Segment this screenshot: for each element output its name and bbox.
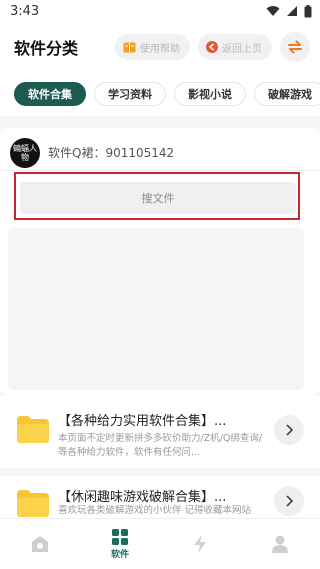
battery-icon bbox=[304, 4, 312, 17]
tab-movies-novels[interactable]: 影视小说 bbox=[174, 82, 246, 106]
home-icon bbox=[32, 536, 48, 552]
search-placeholder: 搜文件 bbox=[141, 192, 175, 205]
chevron-right-icon[interactable] bbox=[274, 415, 304, 445]
list-item-desc: 喜欢玩各类破解游戏的小伙伴 记得收藏本网站 bbox=[58, 505, 252, 516]
card-divider bbox=[0, 170, 320, 171]
book-icon bbox=[123, 42, 136, 53]
blurred-content bbox=[8, 228, 304, 390]
status-time: 3:43 bbox=[10, 3, 40, 19]
list-item-title: 【休闲趣味游戏破解合集】... bbox=[58, 490, 227, 505]
tab-software-collection[interactable]: 软件合集 bbox=[14, 82, 86, 106]
header: 软件分类 使用帮助 返回上页 bbox=[0, 22, 320, 72]
bottom-nav: 软件 bbox=[0, 518, 320, 569]
page-title: 软件分类 bbox=[14, 39, 79, 58]
swap-button[interactable] bbox=[280, 32, 310, 62]
list-item[interactable]: 【各种给力实用软件合集】... 本页面不定时更新拼多多砍价助力/Z机/Q绑查询/… bbox=[0, 396, 320, 468]
nav-flash[interactable] bbox=[170, 534, 230, 554]
help-button[interactable]: 使用帮助 bbox=[115, 34, 190, 60]
category-tabs: 软件合集 学习资料 影视小说 破解游戏 bbox=[0, 72, 320, 116]
back-button[interactable]: 返回上页 bbox=[198, 34, 272, 60]
qq-group-text: 软件Q裙：901105142 bbox=[48, 146, 175, 160]
user-icon bbox=[272, 535, 288, 553]
wifi-icon bbox=[266, 6, 280, 16]
swap-icon bbox=[288, 40, 302, 54]
status-icons bbox=[266, 4, 312, 18]
avatar: 蝙蝠人物 bbox=[10, 138, 40, 168]
tab-study-materials[interactable]: 学习资料 bbox=[94, 82, 166, 106]
grid-icon bbox=[112, 529, 128, 545]
nav-software[interactable]: 软件 bbox=[90, 528, 150, 560]
back-arrow-icon bbox=[206, 41, 218, 53]
list-item[interactable]: 【休闲趣味游戏破解合集】... 喜欢玩各类破解游戏的小伙伴 记得收藏本网站 bbox=[0, 476, 320, 518]
folder-icon bbox=[17, 490, 49, 517]
signal-icon bbox=[287, 6, 297, 16]
search-input[interactable]: 搜文件 bbox=[20, 182, 296, 214]
tab-cracked-games[interactable]: 破解游戏 bbox=[254, 82, 320, 106]
list-item-desc: 本页面不定时更新拼多多砍价助力/Z机/Q绑查询/等各种给力软件，软件有任何问..… bbox=[58, 433, 263, 458]
nav-profile[interactable] bbox=[250, 534, 310, 554]
folder-icon bbox=[17, 416, 49, 443]
chevron-right-icon[interactable] bbox=[274, 486, 304, 516]
back-button-label: 返回上页 bbox=[222, 43, 262, 55]
status-bar: 3:43 bbox=[0, 0, 320, 22]
nav-home[interactable] bbox=[10, 534, 70, 554]
help-button-label: 使用帮助 bbox=[140, 43, 180, 55]
nav-software-label: 软件 bbox=[110, 550, 129, 560]
list-item-title: 【各种给力实用软件合集】... bbox=[58, 414, 227, 429]
lightning-icon bbox=[194, 535, 206, 553]
